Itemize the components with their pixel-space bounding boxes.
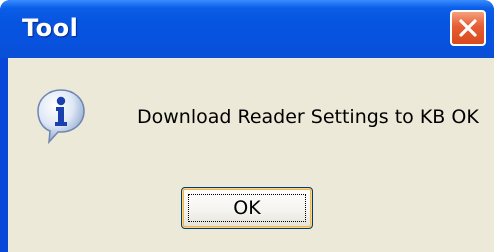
window-title: Tool	[22, 14, 79, 42]
dialog-body: Download Reader Settings to KB OK OK	[8, 58, 494, 252]
info-icon	[37, 89, 85, 144]
dialog-message: Download Reader Settings to KB OK	[137, 106, 479, 128]
title-bar[interactable]: Tool	[0, 0, 494, 58]
dialog-window: Tool Download Reader Settings to KB OK O	[0, 0, 494, 252]
ok-button[interactable]: OK	[181, 187, 313, 229]
ok-button-label: OK	[233, 197, 261, 219]
close-button[interactable]	[450, 10, 486, 46]
close-icon	[459, 19, 477, 37]
